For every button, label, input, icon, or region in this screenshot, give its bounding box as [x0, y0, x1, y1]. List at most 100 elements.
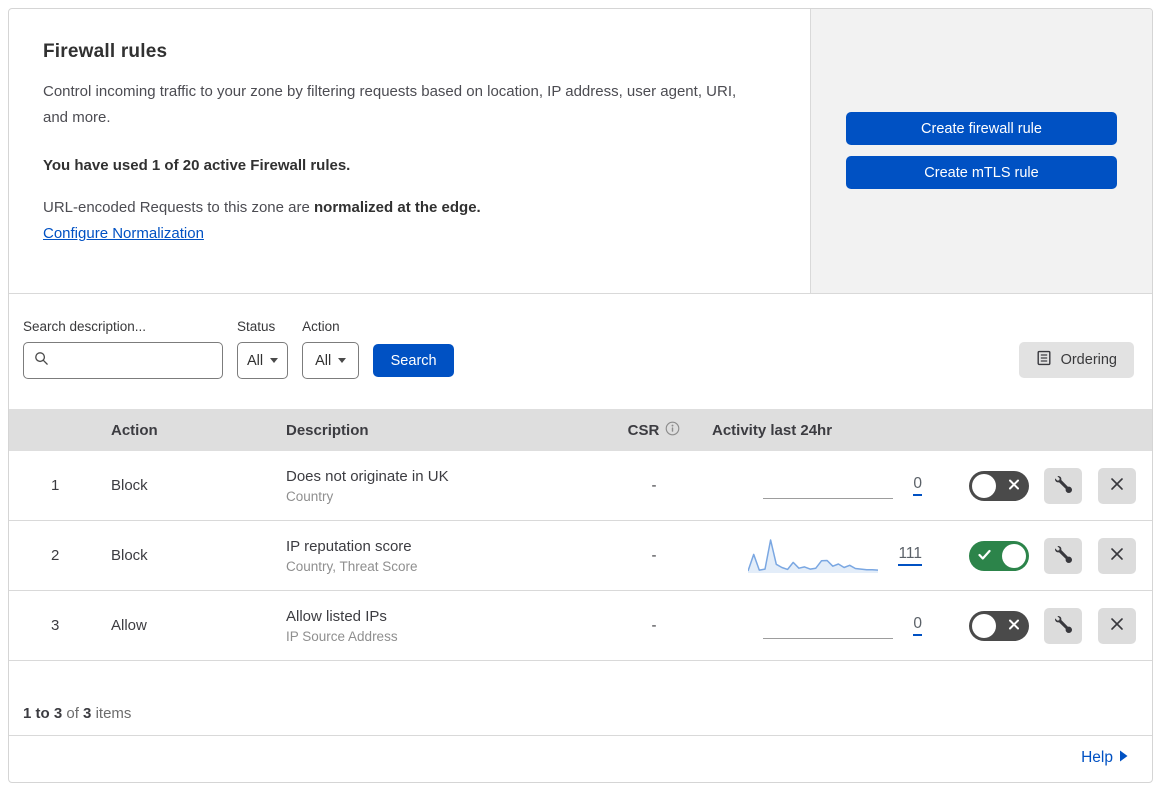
rule-enabled-toggle[interactable]: [969, 470, 1029, 501]
edit-rule-button[interactable]: [1044, 607, 1082, 644]
rule-description: Does not originate in UK: [286, 467, 449, 485]
configure-normalization-link[interactable]: Configure Normalization: [43, 225, 204, 242]
close-icon: [1109, 616, 1125, 635]
activity-sparkline: [747, 536, 879, 576]
rule-priority: 2: [51, 547, 60, 564]
rule-controls: [964, 537, 1152, 574]
rule-csr: -: [651, 547, 657, 564]
search-button[interactable]: Search: [373, 344, 455, 377]
col-csr-header: CSR: [604, 421, 704, 440]
activity-sparkline-flat: [763, 606, 894, 646]
header-text-block: Firewall rules Control incoming traffic …: [9, 9, 811, 293]
pagination-range: 1 to 3: [23, 705, 63, 722]
search-label: Search description...: [23, 319, 147, 334]
toggle-x-icon: [1008, 477, 1020, 494]
toggle-knob: [972, 473, 996, 498]
help-link-label: Help: [1081, 748, 1113, 766]
rule-description: Allow listed IPs: [286, 607, 387, 625]
col-action-header: Action: [111, 421, 158, 439]
close-icon: [1109, 546, 1125, 565]
table-row: 3 Allow Allow listed IPs IP Source Addre…: [9, 591, 1152, 661]
rule-description-cell: IP reputation score Country, Threat Scor…: [279, 538, 604, 574]
action-dropdown-value: All: [315, 352, 332, 369]
activity-count-link[interactable]: 0: [913, 475, 922, 497]
close-icon: [1109, 476, 1125, 495]
status-dropdown[interactable]: All: [237, 342, 289, 379]
rule-fields: Country, Threat Score: [286, 558, 418, 574]
toggle-knob: [972, 613, 996, 638]
normalization-bold: normalized at the edge.: [314, 199, 481, 216]
rule-csr: -: [651, 617, 657, 634]
help-bar: Help: [9, 735, 1152, 779]
normalization-text: URL-encoded Requests to this zone are: [43, 199, 314, 216]
edit-rule-button[interactable]: [1044, 537, 1082, 574]
usage-summary: You have used 1 of 20 active Firewall ru…: [43, 157, 351, 174]
search-input[interactable]: [57, 343, 238, 378]
delete-rule-button[interactable]: [1098, 537, 1136, 574]
rule-activity-cell: 0: [704, 606, 964, 646]
firewall-rules-card: Firewall rules Control incoming traffic …: [8, 8, 1153, 783]
wrench-icon: [1054, 545, 1072, 566]
toggle-knob: [1002, 543, 1026, 568]
activity-count-link[interactable]: 111: [898, 545, 922, 567]
edit-rule-button[interactable]: [1044, 467, 1082, 504]
rule-fields: Country: [286, 488, 334, 504]
wrench-icon: [1054, 475, 1072, 496]
rule-priority: 3: [51, 617, 60, 634]
status-label: Status: [237, 319, 276, 334]
pagination-of: of: [66, 705, 79, 722]
info-icon[interactable]: [665, 421, 680, 440]
rule-activity-cell: 111: [704, 536, 964, 576]
status-filter-group: Status All: [237, 319, 289, 379]
ordering-button[interactable]: Ordering: [1018, 342, 1134, 378]
filter-bar: Search description... Status All Action …: [9, 294, 1152, 409]
search-group: Search description...: [23, 319, 238, 379]
search-field-wrap: [23, 342, 238, 379]
actions-panel: Create firewall rule Create mTLS rule: [811, 9, 1152, 293]
activity-sparkline-flat: [763, 466, 894, 506]
create-firewall-rule-button[interactable]: Create firewall rule: [846, 112, 1117, 145]
action-label: Action: [302, 319, 340, 334]
page-title: Firewall rules: [43, 41, 168, 62]
ordering-button-label: Ordering: [1060, 352, 1117, 368]
rule-action: Block: [111, 547, 148, 564]
rule-controls: [964, 607, 1152, 644]
status-dropdown-value: All: [247, 352, 264, 369]
help-link[interactable]: Help: [1081, 749, 1128, 767]
rule-enabled-toggle[interactable]: [969, 540, 1029, 571]
search-icon: [34, 351, 49, 371]
rule-description-cell: Allow listed IPs IP Source Address: [279, 608, 604, 644]
toggle-x-icon: [1008, 617, 1020, 634]
chevron-down-icon: [270, 358, 279, 363]
table-row: 2 Block IP reputation score Country, Thr…: [9, 521, 1152, 591]
col-description-header: Description: [286, 421, 369, 439]
rule-csr: -: [651, 477, 657, 494]
delete-rule-button[interactable]: [1098, 607, 1136, 644]
normalization-note: URL-encoded Requests to this zone are no…: [43, 199, 770, 216]
pagination-total: 3: [83, 705, 92, 722]
action-dropdown[interactable]: All: [302, 342, 360, 379]
rule-priority: 1: [51, 477, 60, 494]
table-header: Action Description CSR Activity last 24h…: [9, 409, 1152, 451]
header-section: Firewall rules Control incoming traffic …: [9, 9, 1152, 294]
activity-count-link[interactable]: 0: [913, 615, 922, 637]
rule-description-cell: Does not originate in UK Country: [279, 468, 604, 504]
create-mtls-rule-button[interactable]: Create mTLS rule: [846, 156, 1117, 189]
arrow-right-icon: [1119, 749, 1128, 767]
rule-activity-cell: 0: [704, 466, 964, 506]
rule-fields: IP Source Address: [286, 628, 398, 644]
rule-description: IP reputation score: [286, 537, 412, 555]
rule-action: Allow: [111, 617, 147, 634]
rule-action: Block: [111, 477, 148, 494]
table-row: 1 Block Does not originate in UK Country…: [9, 451, 1152, 521]
rule-enabled-toggle[interactable]: [969, 610, 1029, 641]
delete-rule-button[interactable]: [1098, 467, 1136, 504]
rule-controls: [964, 467, 1152, 504]
list-document-icon: [1036, 350, 1052, 370]
col-activity-header: Activity last 24hr: [712, 421, 833, 439]
csr-header-label: CSR: [627, 421, 660, 439]
toggle-check-icon: [978, 547, 991, 564]
pagination-summary: 1 to 3 of 3 items: [9, 661, 1152, 735]
action-filter-group: Action All: [302, 319, 360, 379]
chevron-down-icon: [338, 358, 347, 363]
